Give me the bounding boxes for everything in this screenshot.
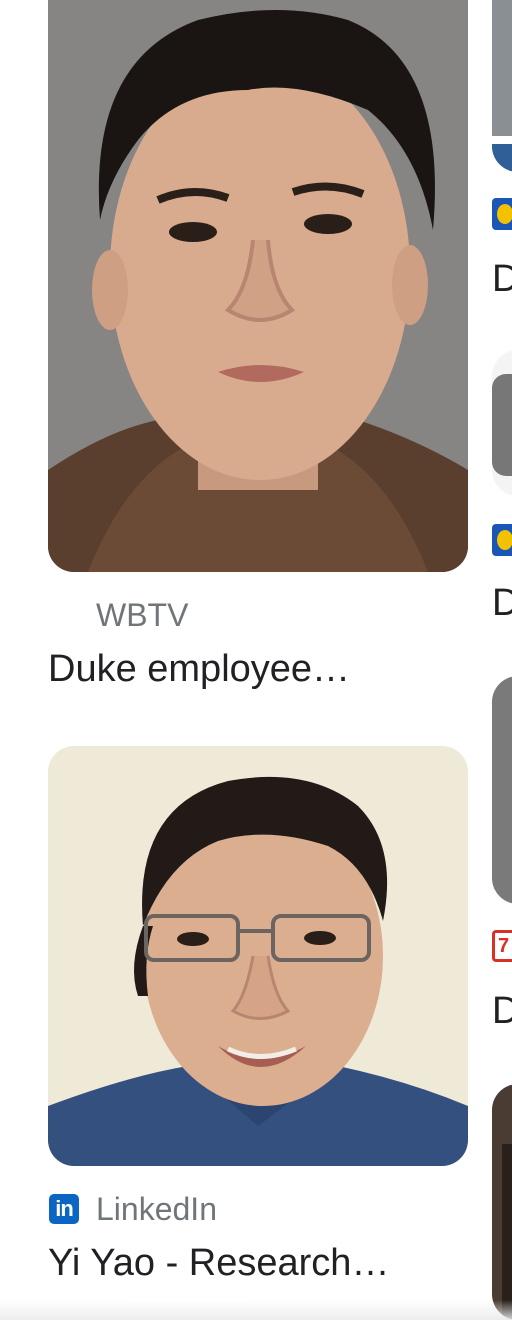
result-title-1[interactable]: Duke employee… xyxy=(48,646,468,692)
person-photo-2 xyxy=(48,746,468,1166)
right-favicon-3: 7 xyxy=(492,930,512,962)
source-name-2[interactable]: LinkedIn xyxy=(96,1192,217,1226)
right-title-2[interactable]: D xyxy=(492,580,512,626)
person-photo-1 xyxy=(48,0,468,572)
source-favicon-2: in xyxy=(48,1193,80,1225)
right-result-image-4[interactable] xyxy=(492,1084,512,1320)
right-favicon-2 xyxy=(492,524,512,556)
result-source-1[interactable]: WBTV xyxy=(48,598,468,632)
result-card-1[interactable]: WBTV Duke employee… xyxy=(48,0,468,692)
right-result-image-1[interactable] xyxy=(492,0,512,172)
right-result-image-2[interactable] xyxy=(492,350,512,496)
right-title-1[interactable]: D xyxy=(492,256,512,302)
result-image-2[interactable] xyxy=(48,746,468,1166)
result-card-2[interactable]: in LinkedIn Yi Yao - Research… xyxy=(48,746,468,1286)
right-favicon-1 xyxy=(492,198,512,230)
source-favicon-1 xyxy=(48,599,80,631)
linkedin-icon: in xyxy=(49,1194,79,1224)
right-result-image-3[interactable] xyxy=(492,676,512,904)
right-title-3[interactable]: D xyxy=(492,988,512,1034)
image-results-grid: WBTV Duke employee… in LinkedIn Yi Yao -… xyxy=(0,0,512,1320)
result-image-1[interactable] xyxy=(48,0,468,572)
bottom-fade xyxy=(0,1300,512,1320)
result-title-2[interactable]: Yi Yao - Research… xyxy=(48,1240,468,1286)
source-name-1[interactable]: WBTV xyxy=(96,598,188,632)
result-source-2[interactable]: in LinkedIn xyxy=(48,1192,468,1226)
